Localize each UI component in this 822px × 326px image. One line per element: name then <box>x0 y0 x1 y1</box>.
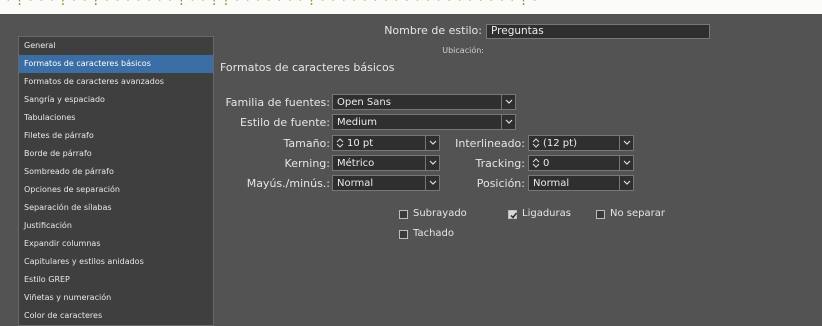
tracking-label: Tracking: <box>475 157 526 170</box>
sidebar-item[interactable]: General <box>19 37 213 55</box>
sidebar-item[interactable]: Capitulares y estilos anidados <box>19 253 213 271</box>
sidebar-item[interactable]: Expandir columnas <box>19 235 213 253</box>
tracking-dropdown[interactable]: 0 <box>528 155 634 171</box>
tracking-value: 0 <box>543 158 550 169</box>
chevron-down-icon[interactable] <box>501 95 515 109</box>
sidebar-item[interactable]: Borde de párrafo <box>19 145 213 163</box>
leading-dropdown[interactable]: (12 pt) <box>528 135 634 151</box>
ligatures-label: Ligaduras <box>522 208 571 219</box>
style-name-field[interactable]: Preguntas <box>486 24 710 39</box>
location-label: Ubicación: <box>442 46 484 55</box>
stepper-icon[interactable] <box>532 158 540 168</box>
top-banner: · ! · · · ! · · ! · · · · · · · ! · · ! … <box>0 0 822 14</box>
case-label: Mayús./minús.: <box>246 177 330 190</box>
strikethrough-checkbox[interactable] <box>399 230 408 239</box>
chevron-down-icon[interactable] <box>619 176 633 190</box>
no-break-label: No separar <box>610 208 665 219</box>
stepper-icon[interactable] <box>336 138 344 148</box>
strikethrough-label: Tachado <box>413 228 455 239</box>
leading-label: Interlineado: <box>455 137 525 150</box>
paragraph-style-dialog: General Formatos de caracteres básicos For… <box>0 14 822 326</box>
position-dropdown[interactable]: Normal <box>528 175 634 191</box>
chevron-down-icon[interactable] <box>501 115 515 129</box>
sidebar-item[interactable]: Formatos de caracteres avanzados <box>19 73 213 91</box>
sidebar-item[interactable]: Sangría y espaciado <box>19 91 213 109</box>
size-label: Tamaño: <box>283 137 330 150</box>
sidebar-item[interactable]: Filetes de párrafo <box>19 127 213 145</box>
size-value: 10 pt <box>347 138 374 149</box>
case-dropdown[interactable]: Normal <box>332 175 440 191</box>
stepper-icon[interactable] <box>532 138 540 148</box>
chevron-down-icon[interactable] <box>619 156 633 170</box>
font-style-dropdown[interactable]: Medium <box>332 114 516 130</box>
section-title: Formatos de caracteres básicos <box>220 61 395 74</box>
kerning-label: Kerning: <box>284 157 330 170</box>
sidebar-item[interactable]: Formatos de caracteres básicos <box>19 55 213 73</box>
font-style-value: Medium <box>337 117 377 128</box>
chevron-down-icon[interactable] <box>425 176 439 190</box>
font-family-label: Familia de fuentes: <box>225 96 330 109</box>
underline-checkbox[interactable] <box>399 210 408 219</box>
chevron-down-icon[interactable] <box>619 136 633 150</box>
leading-value: (12 pt) <box>543 138 577 149</box>
sidebar-item[interactable]: Color de caracteres <box>19 307 213 325</box>
check-icon <box>510 212 518 219</box>
underline-label: Subrayado <box>413 208 467 219</box>
sidebar-item[interactable]: Sombreado de párrafo <box>19 163 213 181</box>
position-label: Posición: <box>476 177 525 190</box>
chevron-down-icon[interactable] <box>425 156 439 170</box>
position-value: Normal <box>533 178 570 189</box>
sidebar-item[interactable]: Separación de sílabas <box>19 199 213 217</box>
no-break-checkbox[interactable] <box>596 210 605 219</box>
sidebar-item[interactable]: Estilo GREP <box>19 271 213 289</box>
sidebar-item[interactable]: Opciones de separación <box>19 181 213 199</box>
style-name-label: Nombre de estilo: <box>384 24 482 37</box>
kerning-dropdown[interactable]: Métrico <box>332 155 440 171</box>
font-family-dropdown[interactable]: Open Sans <box>332 94 516 110</box>
sidebar-item[interactable]: Justificación <box>19 217 213 235</box>
chevron-down-icon[interactable] <box>425 136 439 150</box>
sidebar-item[interactable]: Tabulaciones <box>19 109 213 127</box>
font-style-label: Estilo de fuente: <box>240 116 330 129</box>
case-value: Normal <box>337 178 374 189</box>
kerning-value: Métrico <box>337 158 375 169</box>
category-list[interactable]: General Formatos de caracteres básicos For… <box>18 36 214 326</box>
banner-text: · ! · · · ! · · ! · · · · · · · ! · · ! … <box>6 0 538 9</box>
sidebar-item[interactable]: Viñetas y numeración <box>19 289 213 307</box>
font-family-value: Open Sans <box>337 97 391 108</box>
size-dropdown[interactable]: 10 pt <box>332 135 440 151</box>
ligatures-checkbox[interactable] <box>508 210 518 219</box>
